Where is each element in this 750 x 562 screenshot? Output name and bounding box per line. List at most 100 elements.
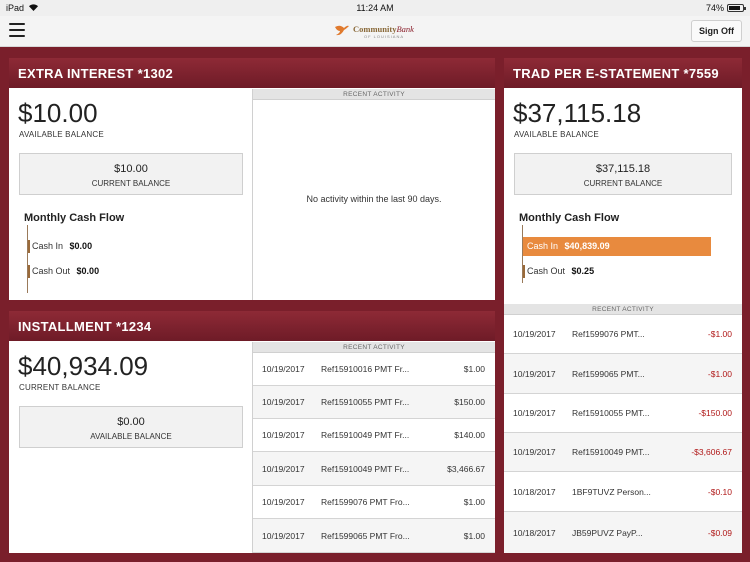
transaction-amount: $150.00 (454, 397, 485, 407)
transaction-description: Ref15910016 PMT Fr... (321, 364, 410, 374)
account-title: EXTRA INTEREST *1302 (9, 58, 495, 88)
current-balance-label: CURRENT BALANCE (583, 179, 663, 188)
transaction-description: Ref1599065 PMT... (572, 368, 645, 379)
menu-icon[interactable] (9, 23, 25, 37)
transaction-date: 10/19/2017 (262, 397, 305, 407)
transaction-date: 10/19/2017 (513, 408, 556, 418)
transaction-date: 10/19/2017 (262, 430, 305, 440)
transaction-date: 10/19/2017 (513, 447, 556, 457)
bird-logo-icon (335, 25, 349, 36)
cash-out-marker (28, 265, 30, 278)
transaction-date: 10/19/2017 (513, 368, 556, 379)
current-balance-amount: $37,115.18 (595, 163, 651, 175)
cash-in-label: Cash In (32, 241, 64, 251)
transaction-description: JB59PUVZ PayP... (572, 527, 643, 538)
cash-in-amount: $0.00 (69, 241, 93, 251)
transaction-description: 1BF9TUVZ Person... (572, 486, 651, 497)
transaction-description: Ref15910049 PMT Fr... (321, 463, 410, 474)
available-balance-amount: $37,115.18 (513, 98, 642, 128)
cash-out-row: Cash Out $0.25 (523, 262, 713, 281)
cash-out-label: Cash Out (527, 266, 566, 276)
transaction-amount: $140.00 (454, 430, 485, 440)
transaction-amount: -$1.00 (707, 368, 732, 379)
transaction-date: 10/19/2017 (262, 364, 305, 374)
transaction-amount: -$0.09 (707, 527, 732, 538)
account-card-extra-interest[interactable]: EXTRA INTEREST *1302 $10.00 AVAILABLE BA… (9, 58, 495, 300)
clock: 11:24 AM (356, 3, 394, 13)
transaction-amount: -$150.00 (698, 408, 732, 418)
empty-activity-message: No activity within the last 90 days. (306, 194, 442, 204)
cash-out-row: Cash Out $0.00 (28, 262, 228, 281)
transaction-amount: -$1.00 (707, 329, 732, 339)
transaction-row[interactable]: 10/19/2017 Ref15910049 PMT... -$3,606.67 (504, 433, 742, 472)
monthly-cash-flow-title: Monthly Cash Flow (24, 212, 125, 224)
transaction-date: 10/19/2017 (513, 329, 556, 339)
transaction-row[interactable]: 10/19/2017 Ref1599076 PMT... -$1.00 (504, 315, 742, 354)
brand-name: CommunityBank (353, 24, 414, 34)
recent-activity-panel: RECENT ACTIVITY 10/19/2017 Ref15910016 P… (252, 342, 495, 553)
transaction-date: 10/18/2017 (513, 486, 556, 497)
transaction-row[interactable]: 10/19/2017 Ref15910016 PMT Fr... $1.00 (253, 353, 495, 386)
cash-out-marker (523, 265, 525, 278)
monthly-cash-flow-title: Monthly Cash Flow (519, 212, 620, 224)
recent-activity-header: RECENT ACTIVITY (253, 89, 495, 100)
cash-in-label: Cash In (527, 241, 559, 251)
transaction-description: Ref15910049 PMT Fr... (321, 430, 410, 440)
transaction-description: Ref1599076 PMT... (572, 329, 645, 339)
transaction-description: Ref1599076 PMT Fro... (321, 497, 410, 507)
available-balance-label: AVAILABLE BALANCE (90, 432, 172, 441)
cash-out-label: Cash Out (32, 266, 71, 276)
transaction-description: Ref1599065 PMT Fro... (321, 530, 410, 541)
transaction-row[interactable]: 10/19/2017 Ref15910049 PMT Fr... $3,466.… (253, 452, 495, 486)
transaction-date: 10/19/2017 (262, 530, 305, 541)
current-balance-box: $37,115.18 CURRENT BALANCE (514, 153, 732, 195)
transaction-date: 10/19/2017 (262, 463, 305, 474)
account-card-trad-per-estatement[interactable]: TRAD PER E-STATEMENT *7559 $37,115.18 AV… (504, 58, 742, 553)
bank-logo: CommunityBank OF LOUISIANA (334, 22, 424, 42)
sign-off-button[interactable]: Sign Off (691, 20, 742, 42)
transaction-date: 10/18/2017 (513, 527, 556, 538)
current-balance-label: CURRENT BALANCE (19, 383, 101, 392)
transaction-row[interactable]: 10/19/2017 Ref15910049 PMT Fr... $140.00 (253, 419, 495, 452)
cash-out-amount: $0.00 (76, 266, 100, 276)
current-balance-amount: $10.00 (114, 163, 148, 175)
battery-percent: 74% (705, 3, 724, 13)
transaction-description: Ref15910055 PMT Fr... (321, 397, 410, 407)
recent-activity-header: RECENT ACTIVITY (253, 342, 495, 353)
cash-in-amount: $40,839.09 (564, 241, 610, 251)
status-bar: iPad 11:24 AM 74% (0, 0, 750, 16)
recent-activity-panel: RECENT ACTIVITY 10/19/2017 Ref1599076 PM… (504, 304, 742, 553)
transaction-row[interactable]: 10/19/2017 Ref15910055 PMT... -$150.00 (504, 394, 742, 433)
available-balance-label: AVAILABLE BALANCE (514, 130, 599, 139)
current-balance-amount: $40,934.09 (18, 351, 149, 381)
transaction-row[interactable]: 10/19/2017 Ref1599065 PMT Fro... $1.00 (253, 519, 495, 553)
transaction-amount: $1.00 (463, 530, 485, 541)
transaction-description: Ref15910055 PMT... (572, 408, 650, 418)
recent-activity-panel: RECENT ACTIVITY No activity within the l… (252, 89, 495, 300)
available-balance-amount: $0.00 (117, 416, 145, 428)
available-balance-box: $0.00 AVAILABLE BALANCE (19, 406, 243, 448)
cash-in-row: Cash In $0.00 (28, 237, 228, 256)
transaction-date: 10/19/2017 (262, 497, 305, 507)
cash-in-marker (28, 240, 30, 253)
transaction-row[interactable]: 10/19/2017 Ref15910055 PMT Fr... $150.00 (253, 386, 495, 419)
account-card-installment[interactable]: INSTALLMENT *1234 $40,934.09 CURRENT BAL… (9, 311, 495, 553)
transaction-amount: $1.00 (463, 497, 485, 507)
transaction-description: Ref15910049 PMT... (572, 447, 650, 457)
transaction-row[interactable]: 10/18/2017 JB59PUVZ PayP... -$0.09 (504, 512, 742, 553)
battery-icon (727, 4, 746, 12)
transaction-amount: -$3,606.67 (691, 447, 732, 457)
brand-subtitle: OF LOUISIANA (364, 34, 405, 39)
cash-flow-axis (27, 225, 28, 293)
transaction-row[interactable]: 10/19/2017 Ref1599065 PMT... -$1.00 (504, 354, 742, 394)
transaction-amount: $3,466.67 (447, 463, 485, 474)
available-balance-label: AVAILABLE BALANCE (19, 130, 104, 139)
transaction-row[interactable]: 10/18/2017 1BF9TUVZ Person... -$0.10 (504, 472, 742, 512)
account-title: TRAD PER E-STATEMENT *7559 (504, 58, 742, 88)
available-balance-amount: $10.00 (18, 98, 98, 128)
cash-in-bar: Cash In $40,839.09 (523, 237, 711, 256)
transaction-amount: $1.00 (463, 364, 485, 374)
cash-out-amount: $0.25 (571, 266, 595, 276)
transaction-row[interactable]: 10/19/2017 Ref1599076 PMT Fro... $1.00 (253, 486, 495, 519)
app-header: CommunityBank OF LOUISIANA Sign Off (0, 16, 750, 47)
